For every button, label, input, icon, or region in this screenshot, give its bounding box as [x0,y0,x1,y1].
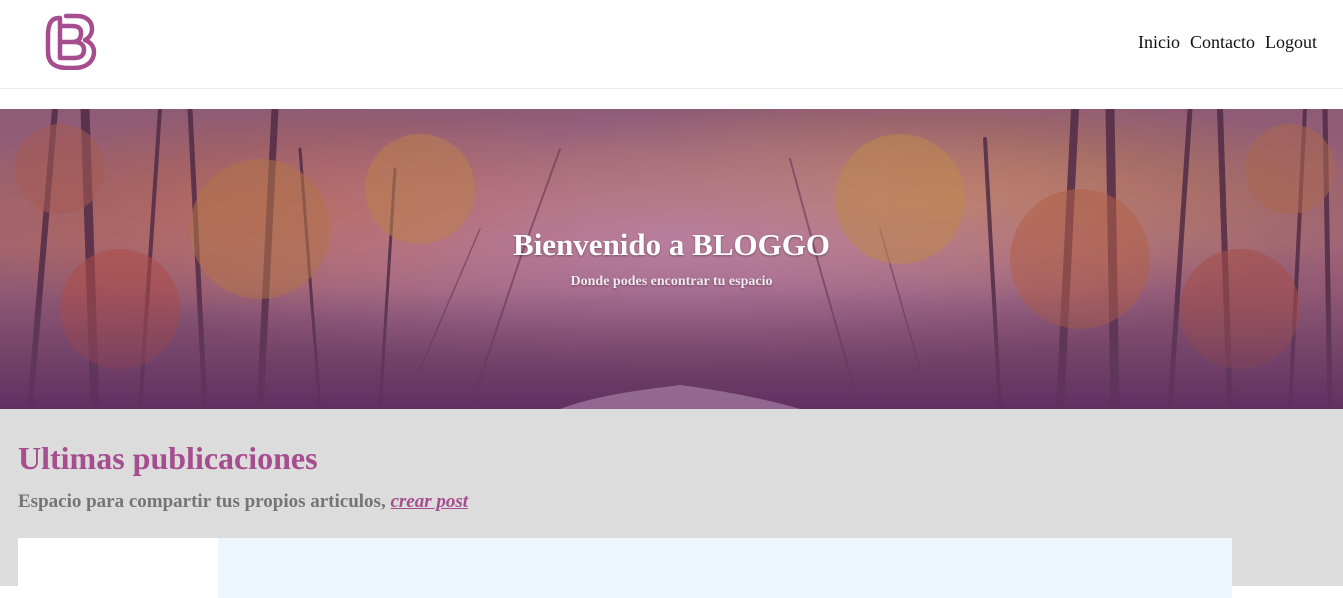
main-nav: Inicio Contacto Logout [1138,32,1317,53]
hero-title: Bienvenido a BLOGGO [513,227,830,262]
create-post-link[interactable]: crear post [390,491,468,512]
bloggo-logo-icon[interactable] [44,12,98,70]
nav-link-logout[interactable]: Logout [1265,32,1317,53]
main-content: Ultimas publicaciones Espacio para compa… [0,409,1343,598]
hero-subtitle: Donde podes encontrar tu espacio [570,274,773,289]
site-header: Inicio Contacto Logout [0,0,1343,89]
section-title: Ultimas publicaciones [18,440,318,476]
post-card[interactable] [18,538,1232,598]
post-thumbnail [18,538,218,598]
nav-link-inicio[interactable]: Inicio [1138,32,1180,53]
section-description-text: Espacio para compartir tus propios artic… [18,491,391,512]
section-description: Espacio para compartir tus propios artic… [18,491,468,513]
nav-link-contacto[interactable]: Contacto [1190,32,1255,53]
hero-banner: Bienvenido a BLOGGO Donde podes encontra… [0,109,1343,409]
